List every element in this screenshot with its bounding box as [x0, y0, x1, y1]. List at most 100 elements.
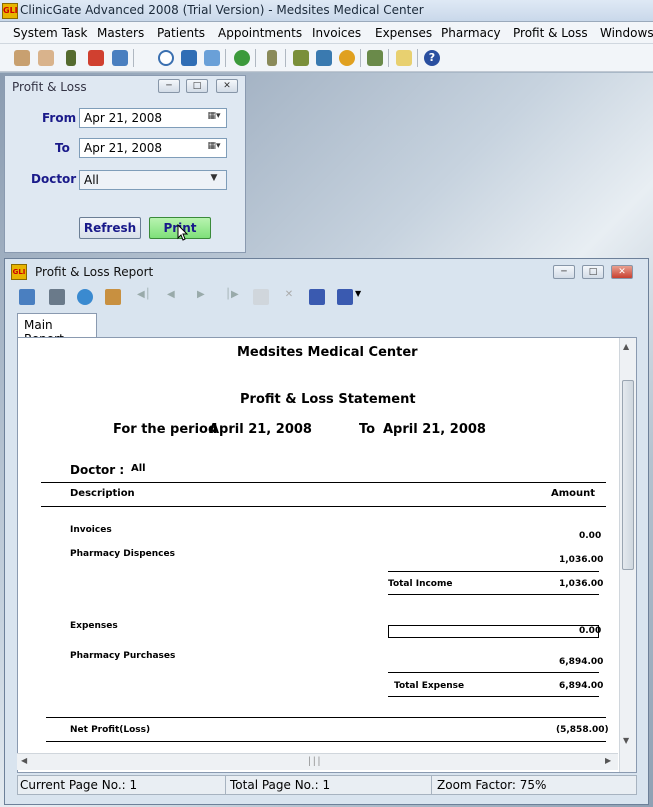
expenses-value: 0.00 [579, 626, 602, 636]
find-icon[interactable] [309, 289, 325, 305]
calendar-dropdown-icon[interactable]: ▦▾ [204, 141, 224, 155]
maximize-button[interactable]: □ [186, 79, 208, 93]
scroll-left-icon[interactable]: ◀ [21, 756, 27, 765]
refresh-button[interactable]: Refresh [79, 217, 141, 239]
scroll-right-icon[interactable]: ▶ [605, 756, 611, 765]
menu-patients[interactable]: Patients [157, 26, 205, 40]
pharmacy-icon[interactable] [293, 50, 309, 66]
doctor-select-value: All [84, 173, 99, 187]
divider [41, 506, 606, 507]
horizontal-scrollbar[interactable]: ◀ │││ ▶ [17, 753, 618, 770]
treatments-icon[interactable] [112, 50, 128, 66]
col-description: Description [70, 488, 135, 499]
doctors-icon[interactable] [14, 50, 30, 66]
to-label: To [55, 141, 70, 155]
close-button[interactable]: ✕ [216, 79, 238, 93]
divider [46, 741, 606, 742]
menu-invoices[interactable]: Invoices [312, 26, 361, 40]
app-title: ClinicGate Advanced 2008 (Trial Version)… [20, 3, 424, 17]
period-to: April 21, 2008 [383, 422, 486, 437]
col-amount: Amount [551, 488, 596, 499]
clock-icon[interactable] [158, 50, 174, 66]
main-toolbar: ? [0, 44, 653, 72]
previous-page-icon[interactable]: ◀ [167, 289, 183, 305]
first-page-icon[interactable]: ◀│ [137, 289, 153, 305]
report-company: Medsites Medical Center [237, 345, 418, 360]
app-logo-icon: GLI [2, 3, 18, 19]
scrollbar-thumb[interactable] [622, 380, 634, 570]
total-expense-label: Total Expense [394, 681, 465, 691]
scrollbar-grip-icon[interactable]: │││ [307, 757, 321, 767]
chevron-down-icon[interactable]: ▼ [355, 289, 363, 305]
toolbar-separator [285, 49, 286, 67]
tab-main-report[interactable]: Main Report [17, 313, 97, 346]
invoices-value: 0.00 [579, 531, 602, 541]
menu-profit-loss[interactable]: Profit & Loss [513, 26, 588, 40]
money-icon[interactable] [234, 50, 250, 66]
pills-icon[interactable] [339, 50, 355, 66]
stop-icon[interactable]: ✕ [281, 289, 297, 305]
appointments-icon[interactable] [66, 50, 76, 66]
doctor-label: Doctor : [70, 463, 125, 477]
toolbar-separator [133, 49, 134, 67]
total-page-status: Total Page No.: 1 [230, 778, 331, 792]
status-divider [225, 776, 226, 794]
invoices-label: Invoices [70, 525, 112, 535]
tools-icon[interactable] [396, 50, 412, 66]
last-page-icon[interactable]: │▶ [225, 289, 241, 305]
close-button[interactable]: ✕ [611, 265, 633, 279]
refresh-icon[interactable] [77, 289, 93, 305]
group-tree-icon[interactable] [105, 289, 121, 305]
report-window: GLI Profit & Loss Report ─ □ ✕ ◀│ ◀ ▶ │▶… [4, 258, 649, 805]
menu-appointments[interactable]: Appointments [218, 26, 302, 40]
invoices-icon[interactable] [88, 50, 104, 66]
minimize-button[interactable]: ─ [158, 79, 180, 93]
zoom-icon[interactable] [337, 289, 353, 305]
chain-icon[interactable] [316, 50, 332, 66]
report-window-title: Profit & Loss Report [35, 265, 154, 279]
scroll-down-icon[interactable]: ▼ [623, 736, 629, 745]
zoom-factor-status: Zoom Factor: 75% [437, 778, 547, 792]
scroll-up-icon[interactable]: ▲ [623, 342, 629, 351]
divider [46, 717, 606, 718]
from-date-value: Apr 21, 2008 [84, 111, 163, 125]
net-profit-label: Net Profit(Loss) [70, 725, 151, 735]
menu-windows[interactable]: Windows [600, 26, 653, 40]
report-icon[interactable] [204, 50, 220, 66]
vertical-scrollbar[interactable]: ▲ ▼ [619, 338, 636, 772]
from-date-field[interactable]: Apr 21, 2008 ▦▾ [79, 108, 227, 128]
minimize-button[interactable]: ─ [553, 265, 575, 279]
dialog-title: Profit & Loss [12, 80, 87, 94]
patients-icon[interactable] [38, 50, 54, 66]
doctor-select[interactable]: All ▼ [79, 170, 227, 190]
period-prefix: For the period [113, 422, 218, 437]
to-date-field[interactable]: Apr 21, 2008 ▦▾ [79, 138, 227, 158]
menu-bar: System Task Masters Patients Appointment… [0, 22, 653, 44]
export-icon[interactable] [19, 289, 35, 305]
total-income-value: 1,036.00 [559, 579, 604, 589]
dice-icon[interactable] [267, 50, 277, 66]
menu-system-task[interactable]: System Task [13, 26, 87, 40]
chevron-down-icon[interactable]: ▼ [204, 173, 224, 187]
menu-expenses[interactable]: Expenses [375, 26, 432, 40]
go-to-page-icon[interactable] [253, 289, 269, 305]
menu-masters[interactable]: Masters [97, 26, 144, 40]
period-from: April 21, 2008 [209, 422, 312, 437]
purchase-icon[interactable] [367, 50, 383, 66]
divider [388, 672, 599, 673]
calendar-dropdown-icon[interactable]: ▦▾ [204, 111, 224, 125]
status-divider [431, 776, 432, 794]
toolbar-separator [388, 49, 389, 67]
help-icon[interactable]: ? [424, 50, 440, 66]
maximize-button[interactable]: □ [582, 265, 604, 279]
report-window-icon: GLI [11, 264, 27, 280]
next-page-icon[interactable]: ▶ [197, 289, 213, 305]
toolbar-separator [225, 49, 226, 67]
doctor-label: Doctor [31, 172, 77, 186]
book-icon[interactable] [181, 50, 197, 66]
profit-loss-dialog: Profit & Loss ─ □ ✕ From Apr 21, 2008 ▦▾… [4, 75, 246, 253]
app-title-bar: GLI ClinicGate Advanced 2008 (Trial Vers… [0, 0, 653, 22]
print-icon[interactable] [49, 289, 65, 305]
menu-pharmacy[interactable]: Pharmacy [441, 26, 501, 40]
toolbar-separator [417, 49, 418, 67]
